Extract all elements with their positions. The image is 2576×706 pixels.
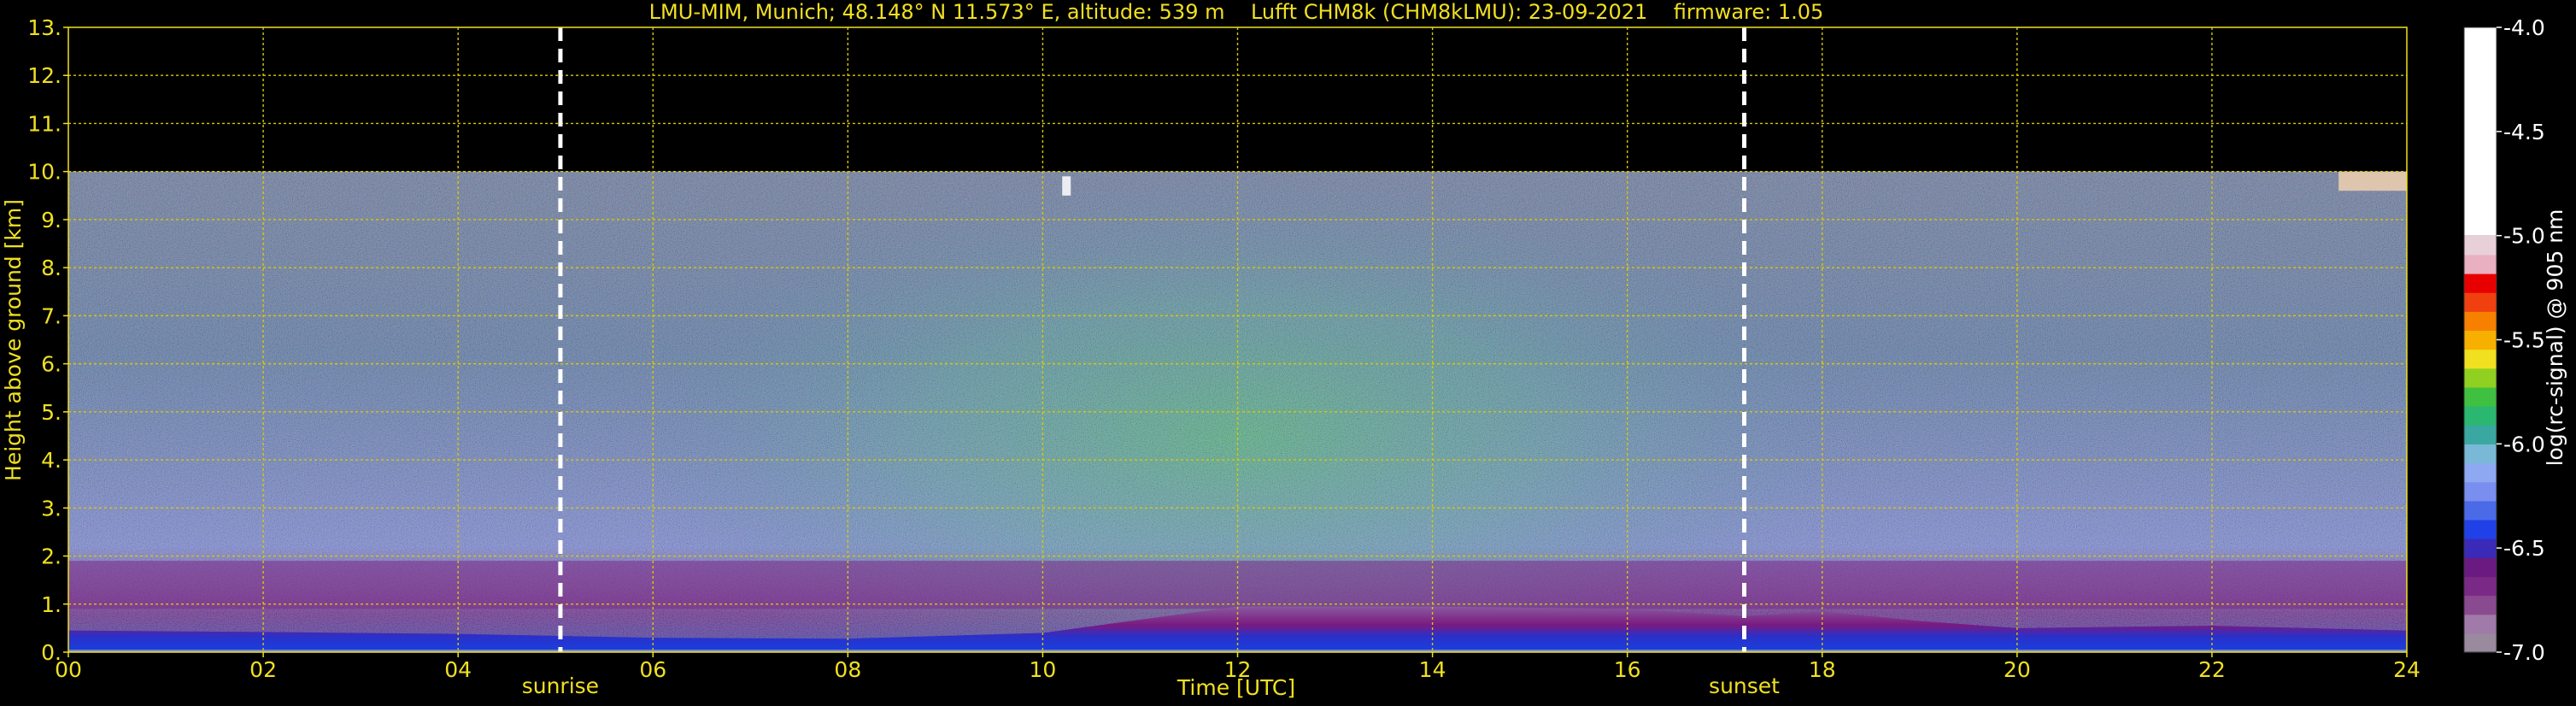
sunset-label: sunset <box>1709 674 1780 698</box>
y-tick-label: 0. <box>41 640 62 665</box>
x-tick-label: 08 <box>834 657 861 682</box>
x-tick-label: 14 <box>1419 657 1446 682</box>
x-tick-label: 24 <box>2393 657 2421 682</box>
y-tick-label: 7. <box>41 303 62 328</box>
y-tick-label: 11. <box>27 111 62 136</box>
y-tick-label: 4. <box>41 448 62 473</box>
x-tick-label: 10 <box>1030 657 1057 682</box>
chart-stage: sunrise sunset 00 02 04 06 08 10 12 14 16 18 20 22 24… <box>0 0 2576 706</box>
x-tick-label: 16 <box>1614 657 1641 682</box>
chart-title: LMU-MIM, Munich; 48.148° N 11.573° E, al… <box>649 0 1824 24</box>
cloud-patch <box>1062 176 1071 196</box>
y-tick-label: 3. <box>41 496 62 521</box>
y-tick-label: 12. <box>27 63 62 88</box>
colorbar-tick-label: -6.0 <box>2503 432 2545 456</box>
y-tick-label: 6. <box>41 352 62 377</box>
cloud-patch <box>2338 171 2407 191</box>
y-tick-label: 1. <box>41 592 62 617</box>
y-axis-label: Height above ground [km] <box>1 199 26 481</box>
y-tick-label: 8. <box>41 256 62 280</box>
x-tick-label: 06 <box>639 657 666 682</box>
y-tick-label: 2. <box>41 544 62 569</box>
colorbar-ticks: -4.0 -4.5 -5.0 -5.5 -6.0 -6.5 -7.0 <box>2497 15 2545 665</box>
x-tick-label: 18 <box>1809 657 1836 682</box>
x-tick-label: 22 <box>2198 657 2226 682</box>
y-tick-label: 9. <box>41 208 62 232</box>
x-tick-label: 02 <box>249 657 277 682</box>
sunrise-label: sunrise <box>522 674 599 698</box>
y-tick-label: 10. <box>27 160 62 185</box>
x-tick-label: 04 <box>444 657 472 682</box>
colorbar-tick-label: -5.5 <box>2503 328 2545 353</box>
y-tick-label: 5. <box>41 400 62 425</box>
x-axis-label: Time [UTC] <box>1177 675 1295 700</box>
colorbar-tick-label: -7.0 <box>2503 640 2545 665</box>
colorbar-label: log(rc-signal) @ 905 nm <box>2543 209 2567 467</box>
colorbar-tick-label: -4.5 <box>2503 120 2545 144</box>
colorbar-tick-label: -5.0 <box>2503 224 2545 249</box>
colorbar-tick-label: -6.5 <box>2503 536 2545 561</box>
ceilometer-plot: sunrise sunset 00 02 04 06 08 10 12 14 16 18 20 22 24… <box>1 0 2421 700</box>
x-tick-label: 20 <box>2004 657 2031 682</box>
colorbar-tick-label: -4.0 <box>2503 15 2545 40</box>
y-tick-label: 13. <box>27 15 62 40</box>
